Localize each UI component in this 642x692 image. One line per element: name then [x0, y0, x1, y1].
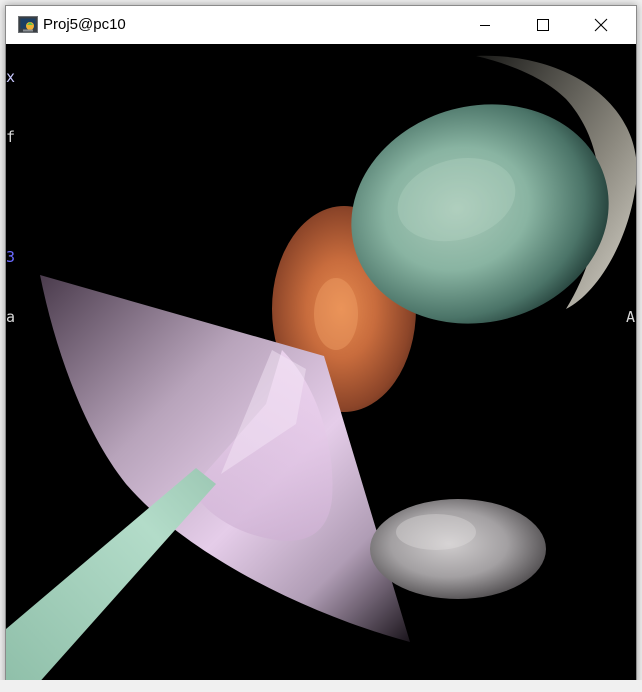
close-button[interactable]: [572, 6, 630, 44]
maximize-button[interactable]: [514, 6, 572, 44]
minimize-icon: [480, 25, 490, 26]
mint-cone-object: [6, 468, 216, 686]
edge-text-4: a: [6, 308, 16, 326]
window-title: Proj5@pc10: [43, 16, 126, 33]
render-viewport[interactable]: x f 3 a A: [6, 44, 636, 686]
edge-text-2: f: [6, 128, 16, 146]
edge-text-3: 3: [6, 248, 16, 266]
desktop-background: [0, 680, 642, 692]
scene-canvas: [6, 55, 636, 686]
minimize-button[interactable]: [456, 6, 514, 44]
close-icon: [594, 18, 608, 32]
edge-text-5: A: [626, 308, 636, 326]
title-bar[interactable]: Proj5@pc10: [6, 6, 636, 44]
maximize-icon: [537, 19, 549, 31]
gray-ellipsoid-highlight: [396, 514, 476, 550]
app-window: Proj5@pc10 x f 3 a A: [5, 5, 637, 687]
edge-text-1: x: [6, 68, 16, 86]
orange-sphere-highlight: [314, 278, 358, 350]
opengl-app-icon: [18, 16, 38, 33]
gray-ellipsoid-object: [370, 499, 546, 599]
